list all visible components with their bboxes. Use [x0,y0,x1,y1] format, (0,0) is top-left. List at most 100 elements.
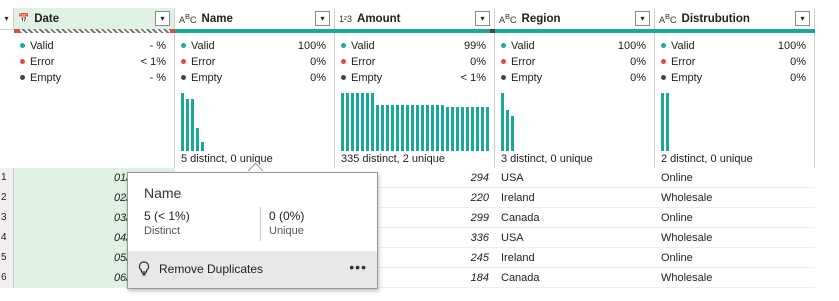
distribution-bar[interactable] [406,105,409,151]
distribution-bar[interactable] [386,105,389,151]
filter-dropdown-icon[interactable]: ▾ [635,11,650,26]
distribution-bar[interactable] [666,93,669,151]
distribution-bar[interactable] [446,107,449,151]
column-header-distrubution[interactable]: ABC Distrubution ▾ [655,8,815,30]
value-distribution-chart[interactable] [181,93,206,151]
filter-dropdown-icon[interactable]: ▾ [155,11,170,26]
row-number[interactable]: 2 [0,188,14,208]
column-name: Distrubution [681,12,750,25]
distribution-bar[interactable] [416,105,419,151]
column-name: Amount [357,12,401,25]
distribution-bar[interactable] [456,107,459,151]
cell-distrubution[interactable]: Online [655,208,815,228]
column-profile-region: Valid 100% Error 0% Empty 0% 3 distinct, 0 uni… [495,33,655,168]
distribution-bar[interactable] [201,142,204,151]
cell-distrubution[interactable]: Online [655,248,815,268]
status-dot-icon [341,43,346,49]
column-name: Date [34,12,60,25]
stat-error: Error 0% [335,54,494,70]
value-distribution-chart[interactable] [661,93,671,151]
distribution-bar[interactable] [506,110,509,151]
distribution-bar[interactable] [471,107,474,151]
column-profile-distrubution: Valid 100% Error 0% Empty 0% 2 distinct, 0 uni… [655,33,815,168]
status-dot-icon [661,59,666,65]
stat-error: Error < 1% [14,54,174,70]
cell-distrubution[interactable]: Wholesale [655,268,815,288]
distribution-bar[interactable] [661,93,664,151]
distribution-bar[interactable] [396,105,399,151]
text-type-icon[interactable]: ABC [499,12,517,25]
column-header-amount[interactable]: 1²3 Amount ▾ [335,8,495,30]
unique-value: 0 (0%) [269,209,305,223]
column-header-date[interactable]: 📅 Date ▾ [14,8,175,30]
cell-region[interactable]: USA [495,168,655,188]
distribution-bar[interactable] [371,93,374,151]
filter-dropdown-icon[interactable]: ▾ [315,11,330,26]
column-header-region[interactable]: ABC Region ▾ [495,8,655,30]
row-number[interactable]: 1 [0,168,14,188]
text-type-icon[interactable]: ABC [179,12,197,25]
distribution-bar[interactable] [191,99,194,151]
distribution-bar[interactable] [366,93,369,151]
distribution-bar[interactable] [466,107,469,151]
cell-distrubution[interactable]: Wholesale [655,228,815,248]
distribution-bar[interactable] [481,107,484,151]
distribution-bar[interactable] [501,93,504,151]
distribution-bar[interactable] [441,105,444,151]
distribution-bar[interactable] [451,107,454,151]
distribution-bar[interactable] [196,128,199,151]
status-dot-icon [501,59,506,65]
distribution-bar[interactable] [401,105,404,151]
cell-region[interactable]: USA [495,228,655,248]
filter-dropdown-icon[interactable]: ▾ [795,11,810,26]
distribution-bar[interactable] [391,105,394,151]
row-number[interactable]: 4 [0,228,14,248]
distribution-bar[interactable] [461,107,464,151]
distribution-bar[interactable] [421,105,424,151]
distribution-bar[interactable] [181,93,184,151]
status-dot-icon [341,75,346,81]
cell-region[interactable]: Canada [495,268,655,288]
status-dot-icon [661,75,666,81]
distribution-bar[interactable] [486,107,489,151]
stat-error: Error 0% [655,54,814,70]
distribution-bar[interactable] [426,105,429,151]
value-distribution-chart[interactable] [341,93,491,151]
column-header-name[interactable]: ABC Name ▾ [175,8,335,30]
distribution-bar[interactable] [381,105,384,151]
distribution-bar[interactable] [186,99,189,151]
distinct-count: 5 distinct, 0 unique [181,153,273,165]
distribution-bar[interactable] [476,107,479,151]
more-options-icon[interactable]: ••• [349,259,367,275]
cell-region[interactable]: Ireland [495,248,655,268]
distribution-bar[interactable] [351,93,354,151]
row-number[interactable]: 5 [0,248,14,268]
row-number[interactable]: 3 [0,208,14,228]
cell-region[interactable]: Canada [495,208,655,228]
distribution-bar[interactable] [376,105,379,151]
remove-duplicates-button[interactable]: Remove Duplicates [159,262,263,276]
stat-empty: Empty 0% [495,70,654,86]
row-number[interactable]: 6 [0,268,14,288]
stat-empty: Empty < 1% [335,70,494,86]
cell-distrubution[interactable]: Online [655,168,815,188]
filter-dropdown-icon[interactable]: ▾ [475,11,490,26]
column-name: Region [521,12,561,25]
number-type-icon[interactable]: 1²3 [339,14,352,24]
stat-valid: Valid 100% [495,38,654,54]
text-type-icon[interactable]: ABC [659,12,677,25]
distribution-bar[interactable] [356,93,359,151]
table-corner-menu[interactable]: ▾ [0,8,14,30]
value-distribution-chart[interactable] [501,93,516,151]
distribution-bar[interactable] [411,105,414,151]
cell-region[interactable]: Ireland [495,188,655,208]
distribution-bar[interactable] [341,93,344,151]
distribution-bar[interactable] [436,105,439,151]
status-dot-icon [661,43,666,49]
distribution-bar[interactable] [346,93,349,151]
distribution-bar[interactable] [431,105,434,151]
distribution-bar[interactable] [511,116,514,151]
datetime-type-icon[interactable]: 📅 [18,13,29,24]
cell-distrubution[interactable]: Wholesale [655,188,815,208]
distribution-bar[interactable] [361,93,364,151]
